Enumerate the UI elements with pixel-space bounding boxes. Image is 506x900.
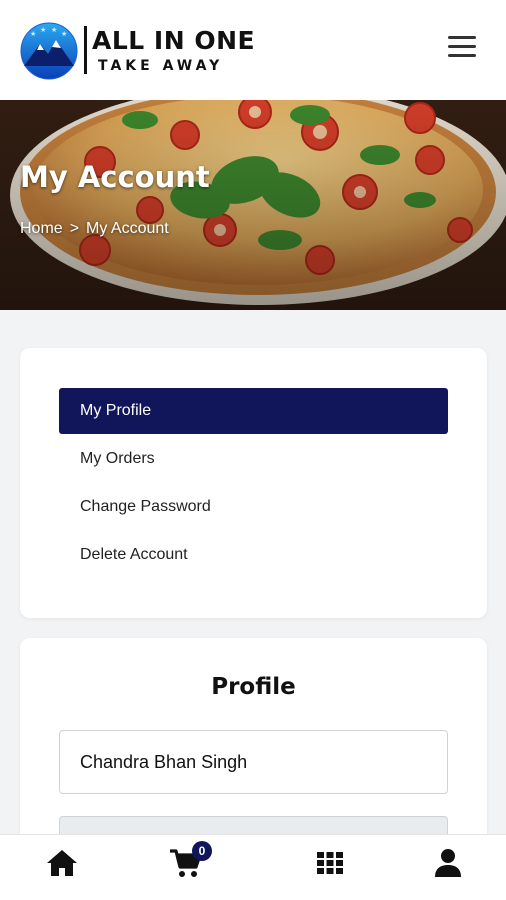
brand-logo[interactable]: ★ ★ ★ ★ ALL IN ONE TAKE AWAY bbox=[20, 22, 260, 82]
svg-text:★: ★ bbox=[51, 26, 57, 34]
profile-card: Profile Chandra Bhan Singh bbox=[20, 638, 487, 880]
pizza-background-image bbox=[0, 100, 506, 310]
menu-item-my-orders[interactable]: My Orders bbox=[59, 436, 448, 482]
breadcrumb-separator: > bbox=[69, 220, 80, 237]
profile-title: Profile bbox=[211, 674, 296, 700]
svg-text:★: ★ bbox=[61, 30, 67, 38]
page-banner: My Account Home > My Account bbox=[0, 100, 506, 310]
svg-text:★: ★ bbox=[30, 30, 36, 38]
brand-title: ALL IN ONE bbox=[92, 26, 256, 55]
menu-item-delete-account[interactable]: Delete Account bbox=[59, 532, 448, 578]
menu-item-my-profile[interactable]: My Profile bbox=[59, 388, 448, 434]
breadcrumb: Home > My Account bbox=[20, 220, 169, 238]
home-icon[interactable] bbox=[44, 845, 84, 885]
cart-count-badge: 0 bbox=[192, 841, 212, 861]
breadcrumb-home-link[interactable]: Home bbox=[20, 220, 63, 237]
app-header: ★ ★ ★ ★ ALL IN ONE TAKE AWAY bbox=[0, 0, 506, 100]
bottom-navigation: 0 bbox=[0, 834, 506, 900]
breadcrumb-current: My Account bbox=[86, 220, 169, 237]
user-icon[interactable] bbox=[430, 845, 470, 885]
cart-nav-item[interactable]: 0 bbox=[168, 841, 212, 885]
grid-icon[interactable] bbox=[312, 845, 352, 885]
brand-subtitle: TAKE AWAY bbox=[98, 58, 224, 74]
page-title: My Account bbox=[20, 160, 210, 194]
logo-divider bbox=[84, 26, 87, 74]
svg-text:★: ★ bbox=[40, 26, 46, 34]
mountain-logo-icon: ★ ★ ★ ★ bbox=[20, 22, 78, 80]
account-menu-card: My Profile My Orders Change Password Del… bbox=[20, 348, 487, 618]
name-field[interactable]: Chandra Bhan Singh bbox=[59, 730, 448, 794]
hamburger-menu-icon[interactable] bbox=[448, 36, 478, 58]
menu-item-change-password[interactable]: Change Password bbox=[59, 484, 448, 530]
